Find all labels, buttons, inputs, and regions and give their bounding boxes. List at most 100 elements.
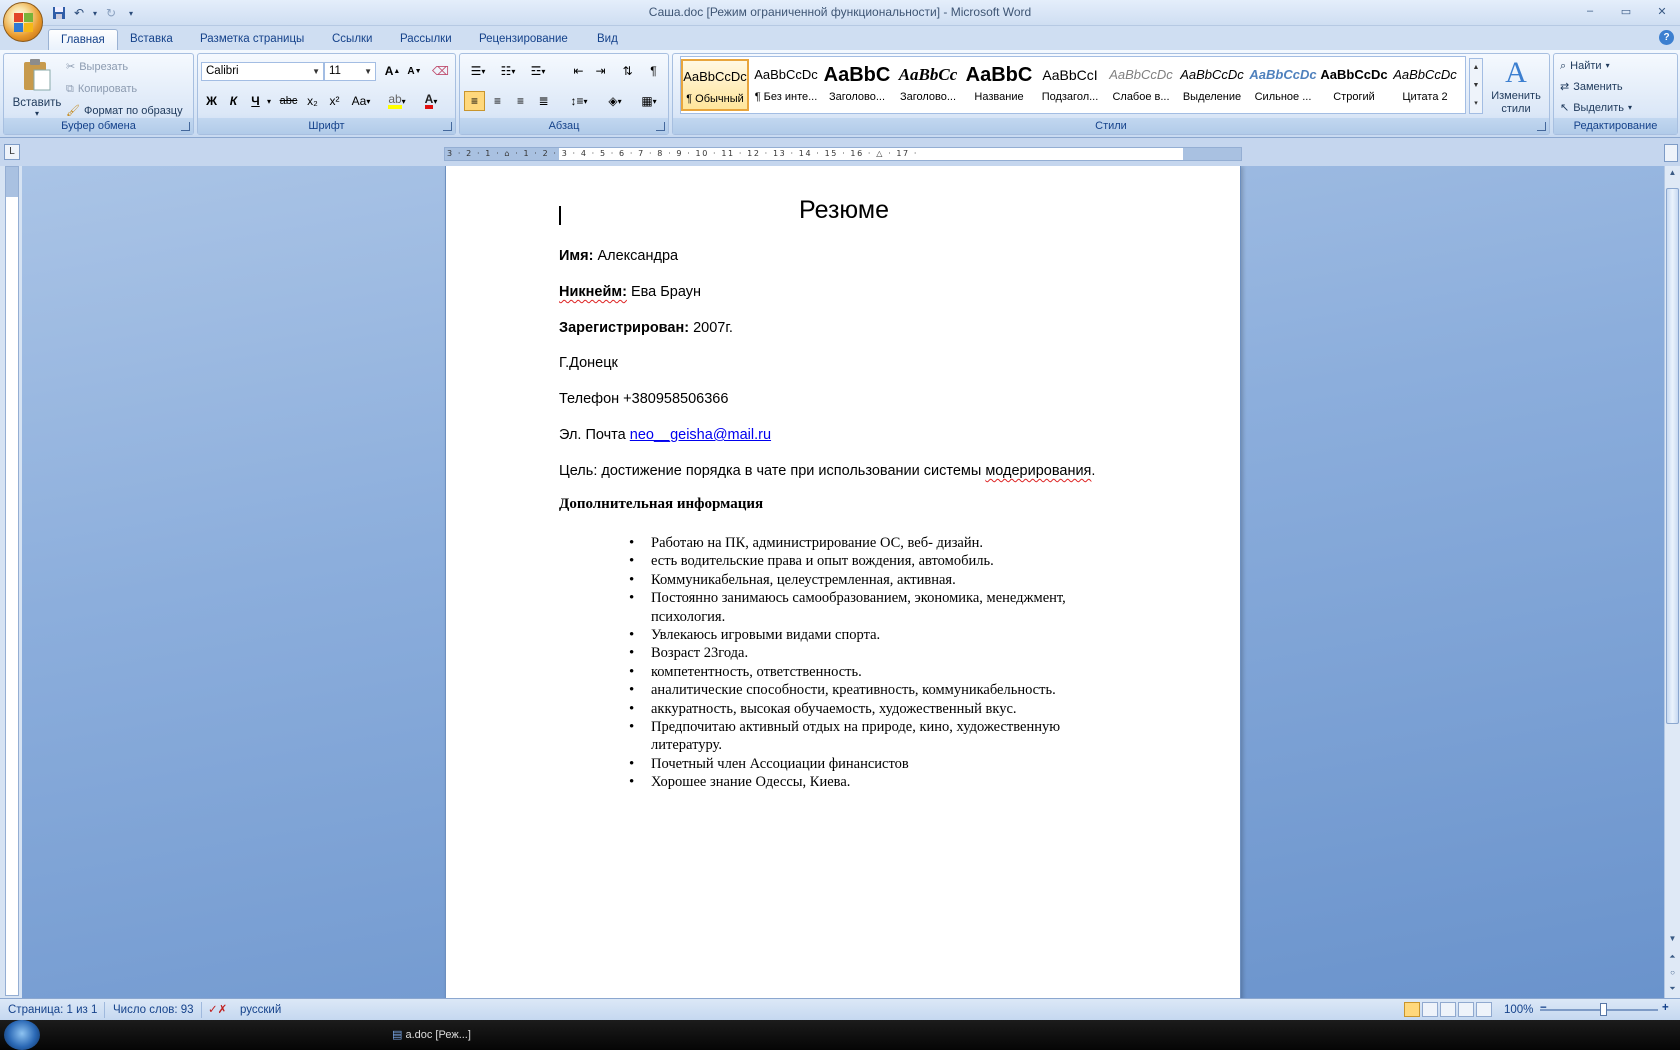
align-left-button[interactable]: ≡ xyxy=(464,91,485,111)
list-item: Хорошее знание Одессы, Киева. xyxy=(629,773,1109,792)
replace-button[interactable]: ⇄ Заменить xyxy=(1560,77,1623,97)
registered-line: Зарегистрирован: 2007г. xyxy=(559,320,733,336)
print-layout-view-icon[interactable] xyxy=(1404,1002,1420,1017)
style-emphasis[interactable]: AaBbCcDc Выделение xyxy=(1178,59,1246,111)
shrink-font-button[interactable]: A ▼ xyxy=(404,61,425,81)
font-dialog-launcher[interactable] xyxy=(443,122,452,131)
multilevel-list-button[interactable]: ☲ ▾ xyxy=(524,61,552,81)
zoom-slider-knob[interactable] xyxy=(1600,1003,1607,1016)
start-button[interactable] xyxy=(4,1020,40,1050)
previous-page-icon[interactable]: ⏶ xyxy=(1665,950,1680,964)
copy-button[interactable]: ⧉ Копировать xyxy=(66,79,137,99)
bullets-button[interactable]: ☰ ▾ xyxy=(464,61,492,81)
next-page-icon[interactable]: ⏷ xyxy=(1665,982,1680,996)
minimize-button[interactable]: ‒ xyxy=(1572,0,1608,22)
line-spacing-button[interactable]: ↕≡ ▾ xyxy=(565,91,593,111)
tab-mailings[interactable]: Рассылки xyxy=(388,29,464,50)
italic-button[interactable]: К xyxy=(223,91,244,111)
horizontal-ruler[interactable]: 3 · 2 · 1 · ⌂ · 1 · 2 · 3 · 4 · 5 · 6 · … xyxy=(444,147,1242,161)
zoom-level[interactable]: 100% xyxy=(1504,1002,1533,1018)
sort-button[interactable]: ⇅ xyxy=(617,61,638,81)
tab-page-layout[interactable]: Разметка страницы xyxy=(188,29,316,50)
find-button[interactable]: ⌕ Найти ▾ xyxy=(1560,56,1610,76)
word-count[interactable]: Число слов: 93 xyxy=(113,1002,194,1018)
vertical-ruler[interactable] xyxy=(5,166,19,996)
browse-object-icon[interactable]: ○ xyxy=(1665,966,1680,980)
align-right-button[interactable]: ≡ xyxy=(510,91,531,111)
increase-indent-button[interactable]: ⇥ xyxy=(590,61,611,81)
zoom-in-icon[interactable]: + xyxy=(1662,1000,1669,1016)
tab-selector-button[interactable]: L xyxy=(4,144,20,160)
taskbar-item-word[interactable]: ▤ a.doc [Реж...] xyxy=(392,1027,471,1043)
shading-button[interactable]: ◈ ▾ xyxy=(600,91,630,111)
web-layout-view-icon[interactable] xyxy=(1440,1002,1456,1017)
select-button[interactable]: ↖ Выделить ▾ xyxy=(1560,98,1632,118)
tab-insert[interactable]: Вставка xyxy=(118,29,185,50)
cut-button[interactable]: ✂ Вырезать xyxy=(66,57,128,77)
zoom-slider[interactable] xyxy=(1540,1009,1658,1011)
name-line: Имя: Александра xyxy=(559,248,679,264)
office-button[interactable] xyxy=(3,2,43,42)
style-strong[interactable]: AaBbCcDc Строгий xyxy=(1320,59,1388,111)
more-styles-icon[interactable]: ▾ xyxy=(1470,95,1482,113)
draft-view-icon[interactable] xyxy=(1476,1002,1492,1017)
clear-formatting-button[interactable]: ⌫ xyxy=(430,61,451,81)
borders-button[interactable]: ▦ ▾ xyxy=(634,91,664,111)
language-indicator[interactable]: русский xyxy=(240,1002,281,1018)
font-name-combo[interactable]: Calibri ▼ xyxy=(201,62,324,81)
style-heading-1[interactable]: AaBbC Заголово... xyxy=(823,59,891,111)
view-ruler-button[interactable] xyxy=(1664,144,1678,162)
zoom-out-icon[interactable]: − xyxy=(1540,1000,1547,1016)
clipboard-group: Вставить ▾ ✂ Вырезать ⧉ Копировать 🖌 Формат… xyxy=(3,53,194,135)
scroll-thumb[interactable] xyxy=(1666,188,1679,724)
style-heading-2[interactable]: AaBbCc Заголово... xyxy=(894,59,962,111)
subscript-button[interactable]: x₂ xyxy=(302,91,323,111)
tab-view[interactable]: Вид xyxy=(585,29,630,50)
spell-check-icon[interactable]: ✓✗ xyxy=(208,1002,227,1018)
scroll-down-icon[interactable]: ▼ xyxy=(1665,932,1680,946)
change-styles-button[interactable]: A Изменить стили xyxy=(1485,56,1547,118)
help-icon[interactable]: ? xyxy=(1659,30,1674,45)
style-quote-2[interactable]: AaBbCcDc Цитата 2 xyxy=(1391,59,1459,111)
underline-button[interactable]: Ч xyxy=(245,91,266,111)
email-link[interactable]: neo__geisha@mail.ru xyxy=(630,427,771,443)
change-case-button[interactable]: Aa ▾ xyxy=(348,91,374,111)
style-intense-emphasis[interactable]: AaBbCcDc Сильное ... xyxy=(1249,59,1317,111)
align-center-button[interactable]: ≡ xyxy=(487,91,508,111)
paragraph-dialog-launcher[interactable] xyxy=(656,122,665,131)
styles-dialog-launcher[interactable] xyxy=(1537,122,1546,131)
paste-button[interactable]: Вставить ▾ xyxy=(8,56,66,118)
document-page[interactable]: Резюме Имя: Александра Никнейм: Ева Брау… xyxy=(445,166,1241,998)
vertical-scrollbar[interactable]: ▲ ▼ ⏶ ○ ⏷ xyxy=(1664,166,1680,998)
clipboard-dialog-launcher[interactable] xyxy=(181,122,190,131)
scroll-down-icon[interactable]: ▼ xyxy=(1470,77,1482,95)
style-subtitle[interactable]: AaBbCcI Подзагол... xyxy=(1036,59,1104,111)
page-count[interactable]: Страница: 1 из 1 xyxy=(8,1002,97,1018)
grow-font-button[interactable]: A ▲ xyxy=(382,61,403,81)
style-no-spacing[interactable]: AaBbCcDc ¶ Без инте... xyxy=(752,59,820,111)
full-screen-reading-icon[interactable] xyxy=(1422,1002,1438,1017)
style-title[interactable]: AaBbC Название xyxy=(965,59,1033,111)
underline-dropdown-icon[interactable]: ▾ xyxy=(264,91,274,111)
superscript-button[interactable]: x² xyxy=(324,91,345,111)
justify-button[interactable]: ≣ xyxy=(533,91,554,111)
scroll-up-icon[interactable]: ▲ xyxy=(1665,166,1680,180)
list-item: Увлекаюсь игровыми видами спорта. xyxy=(629,626,1109,645)
show-formatting-button[interactable]: ¶ xyxy=(643,61,664,81)
scroll-up-icon[interactable]: ▲ xyxy=(1470,59,1482,77)
font-size-combo[interactable]: 11 ▼ xyxy=(324,62,376,81)
restore-button[interactable]: ▭ xyxy=(1608,0,1644,22)
tab-references[interactable]: Ссылки xyxy=(320,29,385,50)
decrease-indent-button[interactable]: ⇤ xyxy=(568,61,589,81)
highlight-button[interactable]: ab ▾ xyxy=(382,91,412,111)
bold-button[interactable]: Ж xyxy=(201,91,222,111)
numbering-button[interactable]: ☷ ▾ xyxy=(494,61,522,81)
close-button[interactable]: ✕ xyxy=(1644,0,1680,22)
font-color-button[interactable]: A ▾ xyxy=(416,91,446,111)
style-subtle-emphasis[interactable]: AaBbCcDc Слабое в... xyxy=(1107,59,1175,111)
strikethrough-button[interactable]: abc xyxy=(278,91,299,111)
outline-view-icon[interactable] xyxy=(1458,1002,1474,1017)
tab-home[interactable]: Главная xyxy=(48,29,118,50)
tab-review[interactable]: Рецензирование xyxy=(467,29,580,50)
style-normal[interactable]: AaBbCcDc ¶ Обычный xyxy=(681,59,749,111)
